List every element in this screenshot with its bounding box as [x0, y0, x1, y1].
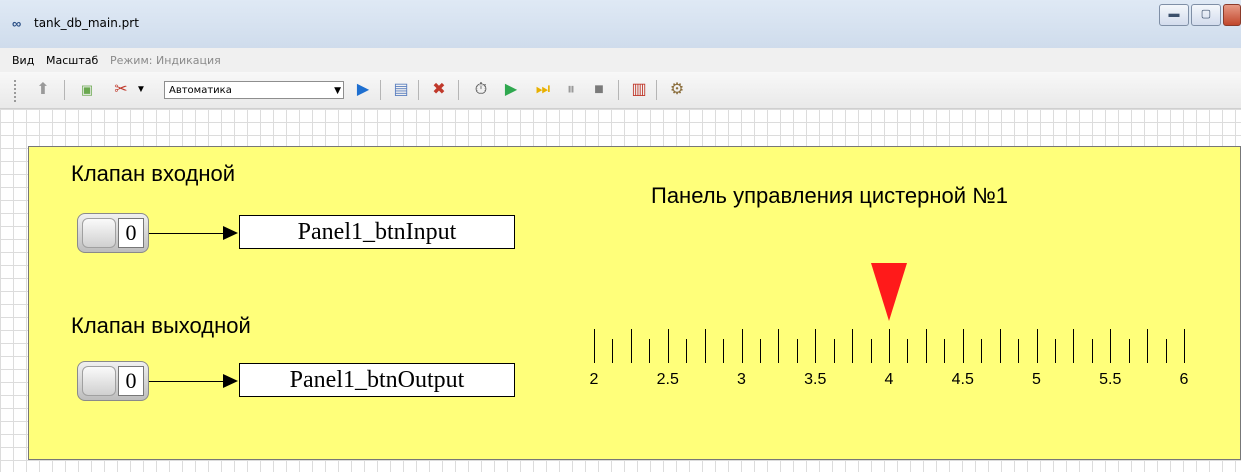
scale-label: 3.5	[804, 371, 827, 388]
scale-label: 5.5	[1099, 371, 1122, 388]
scale-tick	[1054, 339, 1056, 363]
scale-tick	[870, 339, 872, 363]
stop-icon[interactable]: ■	[588, 79, 610, 101]
mode-select-value: Автоматика	[169, 85, 232, 96]
scale-tick	[704, 329, 706, 363]
scale-tick	[1036, 329, 1038, 363]
layers-icon[interactable]: ▤	[390, 79, 412, 101]
toolbar-separator	[64, 80, 65, 100]
up-arrow-icon[interactable]: ⬆	[32, 79, 54, 101]
window-title: tank_db_main.prt	[34, 16, 139, 30]
scale-tick	[778, 329, 780, 363]
level-pointer	[871, 263, 907, 321]
minimize-button[interactable]: ▬	[1159, 4, 1189, 26]
chevron-down-icon[interactable]: ▼	[134, 79, 148, 101]
mode-select[interactable]: Автоматика ▼	[164, 81, 344, 99]
menu-mode-indication: Режим: Индикация	[110, 54, 221, 67]
toolbar-separator	[656, 80, 657, 100]
tank-control-panel: Клапан входной 0 Panel1_btnInput Клапан …	[28, 146, 1241, 460]
toolbar-separator	[380, 80, 381, 100]
settings-icon[interactable]: ⚙	[666, 79, 688, 101]
run-icon[interactable]: ▶	[500, 79, 522, 101]
scale-tick	[889, 329, 890, 363]
scale-tick	[1165, 339, 1167, 363]
scale-tick	[833, 339, 835, 363]
chart-icon[interactable]: ▥	[628, 79, 650, 101]
disconnect-icon[interactable]: ✖	[428, 79, 450, 101]
scale-tick	[723, 339, 725, 363]
script-icon[interactable]: ▣	[76, 79, 98, 101]
scale-tick	[1147, 329, 1149, 363]
scale-tick	[667, 329, 669, 363]
toolbar-grip[interactable]	[14, 80, 19, 102]
scale-tick	[1184, 329, 1185, 363]
scale-tick	[1110, 329, 1112, 363]
scale-label: 6	[1179, 371, 1189, 388]
app-icon: ∞	[12, 16, 22, 31]
scale-tick	[907, 339, 909, 363]
pause-icon[interactable]: ⏸	[560, 79, 582, 101]
menu-bar: Вид Масштаб Режим: Индикация	[0, 48, 1241, 73]
scale-label: 2.5	[656, 371, 679, 388]
scale-tick	[594, 329, 595, 363]
scale-label: 4.5	[951, 371, 974, 388]
scale-tick	[1073, 329, 1075, 363]
close-button[interactable]	[1223, 4, 1241, 26]
maximize-button[interactable]: ▢	[1191, 4, 1221, 26]
play-step-icon[interactable]: ▶	[352, 79, 374, 101]
scale-tick	[981, 339, 983, 363]
level-scale: 2 2.5 3 3.5 4 4.5 5 5.5 6	[29, 147, 1240, 459]
scale-tick	[759, 339, 761, 363]
scale-label: 3	[737, 371, 746, 388]
toolbar-separator	[618, 80, 619, 100]
scale-tick	[815, 329, 817, 363]
menu-scale[interactable]: Масштаб	[46, 54, 98, 67]
scale-tick	[741, 329, 743, 363]
scale-tick	[944, 339, 946, 363]
scale-tick	[630, 329, 632, 363]
scale-tick	[999, 329, 1001, 363]
toolbar-separator	[458, 80, 459, 100]
scale-tick	[796, 339, 798, 363]
scale-tick	[962, 329, 964, 363]
toolbar: ⬆ ▣ ✂ ▼ Автоматика ▼ ▶ ▤ ✖ ⏱ ▶ ⏭ ⏸ ■ ▥ ⚙	[0, 72, 1241, 109]
toolbar-separator	[418, 80, 419, 100]
scale-tick	[1128, 339, 1130, 363]
scale-label: 2	[589, 371, 599, 388]
scale-tick	[686, 339, 688, 363]
menu-view[interactable]: Вид	[12, 54, 34, 67]
scale-tick	[1018, 339, 1020, 363]
tools-icon[interactable]: ✂	[110, 79, 132, 101]
scale-label: 5	[1032, 371, 1041, 388]
step-forward-icon[interactable]: ⏭	[532, 79, 554, 101]
scale-label: 4	[884, 371, 894, 388]
scale-tick	[925, 329, 927, 363]
scale-tick	[612, 339, 614, 363]
chevron-down-icon: ▼	[334, 86, 341, 96]
timer-icon[interactable]: ⏱	[470, 79, 492, 101]
scale-tick	[852, 329, 854, 363]
title-bar: ∞ tank_db_main.prt ▬ ▢	[0, 0, 1241, 49]
scale-tick	[1091, 339, 1093, 363]
window-controls: ▬ ▢	[1157, 4, 1241, 26]
scale-tick	[649, 339, 651, 363]
